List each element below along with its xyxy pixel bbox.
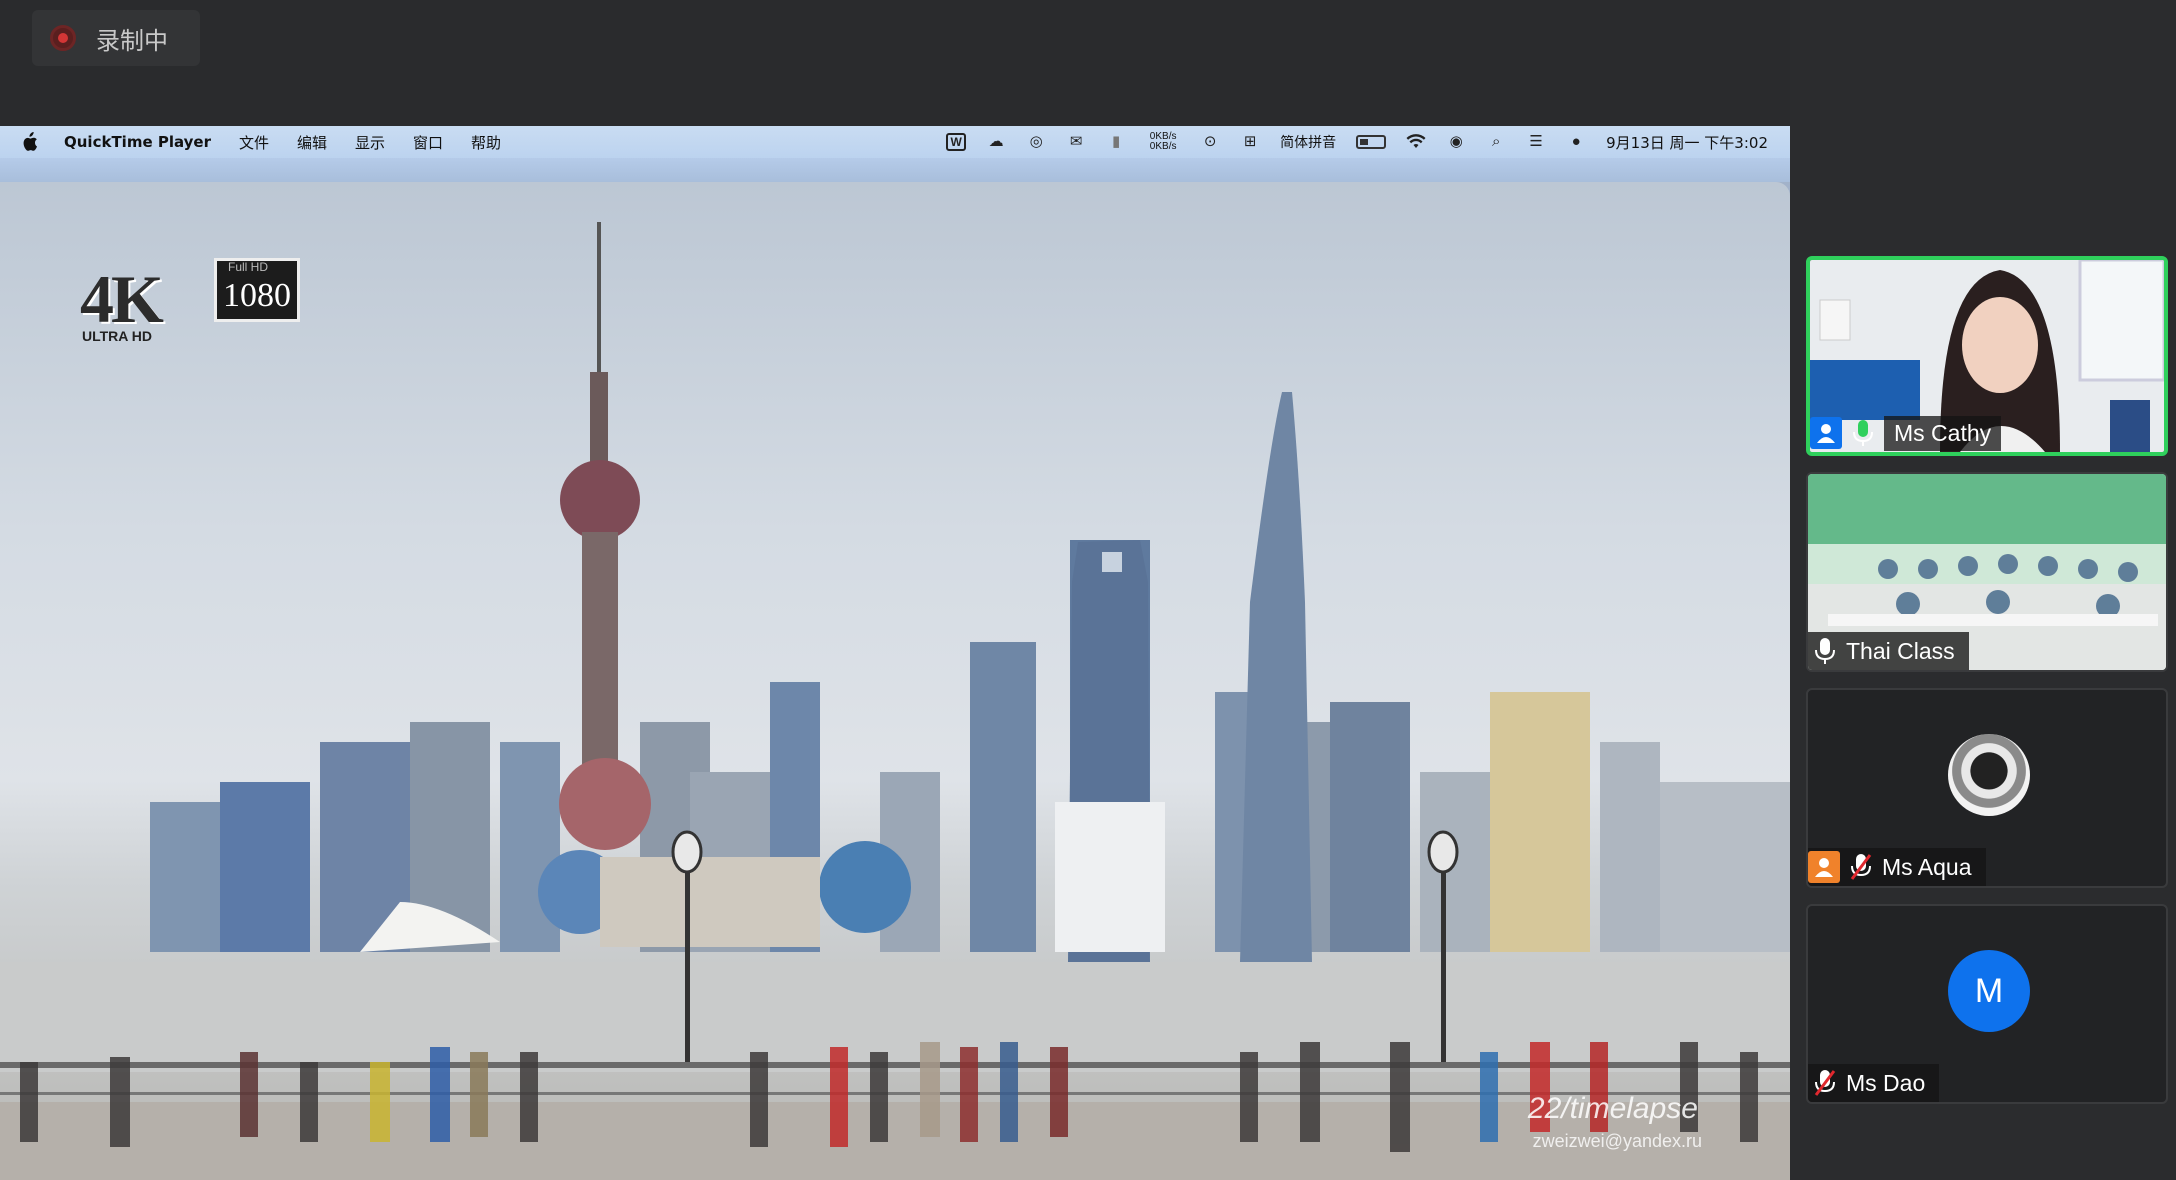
menu-view[interactable]: 显示	[355, 132, 385, 153]
microphone-active-icon	[1852, 419, 1874, 447]
play-circle-icon[interactable]: ⊙	[1200, 133, 1220, 151]
menu-window[interactable]: 窗口	[413, 132, 443, 153]
shanghai-skyline-image	[0, 222, 1790, 1180]
shared-screen-video[interactable]: 4K ULTRA HD 1080 Full HD 22/timelapse zw…	[0, 158, 1790, 1180]
menu-file[interactable]: 文件	[239, 132, 269, 153]
participant-avatar-initial: M	[1948, 950, 2030, 1032]
menubar-clock: 9月13日 周一 下午3:02	[1606, 133, 1768, 152]
participant-name-tag: Ms Cathy	[1810, 414, 2015, 452]
user-account-icon[interactable]: ◉	[1446, 133, 1466, 151]
cohost-avatar-icon	[1808, 851, 1840, 883]
network-speed-readout: 0KB/s 0KB/s	[1146, 132, 1180, 152]
full-hd-label: Full HD	[228, 260, 269, 274]
bucket-icon[interactable]: ▮	[1106, 133, 1126, 151]
menubar-status-area: W ☁ ◎ ✉ ▮ 0KB/s 0KB/s ⊙ ⊞ 简体拼音 ◉ ⌕ ☰ ● 9…	[946, 126, 1768, 158]
participant-name: Ms Aqua	[1882, 853, 1972, 880]
wifi-icon[interactable]	[1406, 133, 1426, 151]
menu-edit[interactable]: 编辑	[297, 132, 327, 153]
participant-tile-thai-class[interactable]: Thai Class	[1806, 472, 2168, 672]
participant-gallery: Ms Cathy Thai Class Ms Aqua M Ms Dao	[1790, 0, 2176, 1180]
input-grid-icon[interactable]: ⊞	[1240, 133, 1260, 151]
participant-tile-ms-dao[interactable]: M Ms Dao	[1806, 904, 2168, 1104]
record-icon	[50, 25, 76, 51]
search-icon[interactable]: ⌕	[1486, 133, 1506, 151]
creative-cloud-icon[interactable]: ◎	[1026, 133, 1046, 151]
participant-name-tag: Thai Class	[1808, 632, 1969, 670]
video-window-titlebar	[0, 158, 1790, 182]
participant-name: Thai Class	[1846, 637, 1955, 664]
cloud-sync-icon[interactable]: ☁	[986, 133, 1006, 151]
participant-name: Ms Cathy	[1884, 415, 2002, 451]
recording-indicator[interactable]: 录制中	[32, 10, 200, 66]
watermark-email: zweizwei@yandex.ru	[1532, 1131, 1702, 1151]
menu-help[interactable]: 帮助	[471, 132, 501, 153]
host-avatar-icon	[1810, 417, 1842, 449]
video-frame[interactable]: 4K ULTRA HD 1080 Full HD 22/timelapse zw…	[0, 182, 1790, 1180]
shared-screen-menubar: QuickTime Player 文件 编辑 显示 窗口 帮助 W ☁ ◎ ✉ …	[0, 126, 1790, 158]
microphone-muted-icon	[1814, 1069, 1836, 1097]
battery-icon[interactable]	[1356, 135, 1387, 149]
participant-tile-ms-cathy[interactable]: Ms Cathy	[1806, 256, 2168, 456]
input-method-label[interactable]: 简体拼音	[1280, 132, 1336, 152]
download-speed: 0KB/s	[1149, 141, 1177, 152]
apple-icon[interactable]	[20, 132, 38, 152]
chat-app-icon[interactable]: ✉	[1066, 133, 1086, 151]
participant-avatar-photo	[1948, 734, 2030, 816]
menu-app-name[interactable]: QuickTime Player	[64, 133, 211, 151]
siri-icon[interactable]: ●	[1566, 133, 1586, 151]
microphone-icon	[1814, 637, 1836, 665]
meeting-top-bar: 录制中	[0, 0, 1790, 126]
control-center-icon[interactable]: ☰	[1526, 133, 1546, 151]
participant-tile-ms-aqua[interactable]: Ms Aqua	[1806, 688, 2168, 888]
wps-icon[interactable]: W	[946, 133, 967, 151]
participant-name-tag: Ms Dao	[1808, 1064, 1940, 1102]
microphone-muted-icon	[1850, 853, 1872, 881]
ultra-hd-label: ULTRA HD	[82, 328, 152, 344]
timelapse-watermark: 22/timelapse	[1527, 1092, 1698, 1125]
participant-name: Ms Dao	[1846, 1069, 1926, 1096]
participant-name-tag: Ms Aqua	[1808, 848, 1986, 886]
recording-label: 录制中	[96, 26, 168, 55]
